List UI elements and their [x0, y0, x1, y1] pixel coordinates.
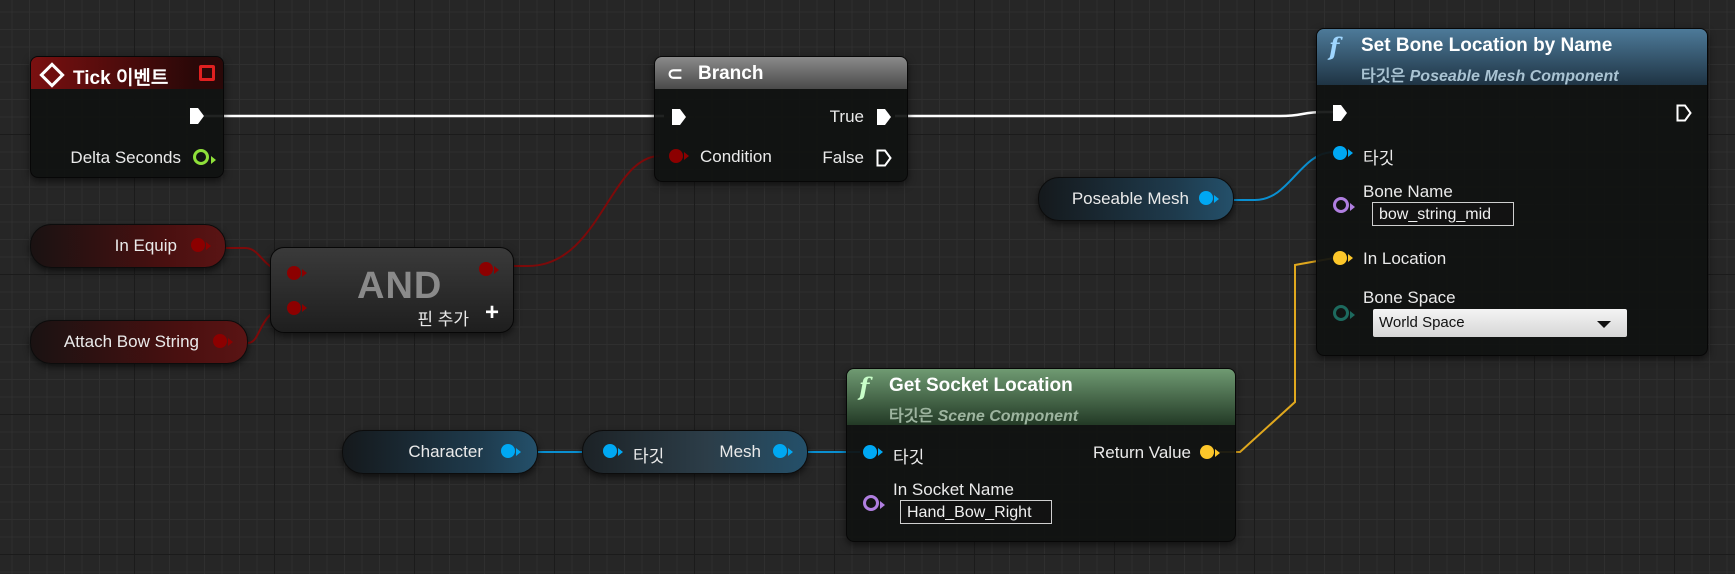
- character-pin[interactable]: [501, 444, 515, 458]
- event-diamond-icon: [39, 62, 65, 88]
- return-value-arrow: [1215, 449, 1220, 457]
- bone-space-pin[interactable]: [1333, 305, 1349, 321]
- get-socket-target-label: 타깃: [893, 448, 925, 467]
- set-bone-target-arrow: [1348, 149, 1353, 157]
- mesh-getter-output-arrow: [788, 448, 793, 456]
- poseable-mesh-variable-node[interactable]: Poseable Mesh: [1038, 177, 1234, 221]
- tick-event-header: Tick 이벤트: [31, 57, 223, 89]
- and-node[interactable]: AND 핀 추가 +: [270, 247, 514, 333]
- plus-icon[interactable]: +: [485, 299, 499, 327]
- branch-header: ⊂ Branch: [655, 57, 907, 89]
- set-bone-subtitle-prefix: 타깃은: [1361, 68, 1406, 85]
- poseable-mesh-arrow: [1214, 195, 1219, 203]
- in-equip-label: In Equip: [114, 236, 177, 255]
- and-title: AND: [357, 265, 443, 307]
- bone-space-label: Bone Space: [1363, 288, 1456, 307]
- mesh-getter-node[interactable]: 타깃 Mesh: [582, 430, 808, 474]
- delegate-pin-icon[interactable]: [199, 65, 215, 81]
- socket-name-label: In Socket Name: [893, 480, 1014, 499]
- get-socket-subtitle-class: Scene Component: [937, 408, 1079, 425]
- branch-icon: ⊂: [667, 64, 683, 85]
- get-socket-location-node[interactable]: f Get Socket Location 타깃은 Scene Componen…: [846, 368, 1236, 542]
- condition-arrow: [684, 152, 689, 160]
- mesh-getter-target-label: 타깃: [633, 447, 665, 466]
- condition-label: Condition: [700, 147, 772, 166]
- in-equip-pin[interactable]: [191, 238, 205, 252]
- true-label: True: [829, 107, 864, 126]
- set-bone-target-label: 타깃: [1363, 149, 1395, 168]
- attach-bow-string-label: Attach Bow String: [63, 332, 199, 351]
- branch-node[interactable]: ⊂ Branch Condition True False: [654, 56, 908, 182]
- exec-wire-branch-setbone: [895, 110, 1334, 118]
- chevron-down-icon: [1597, 321, 1611, 328]
- get-socket-target-arrow: [878, 448, 883, 456]
- and-input-a-arrow: [302, 269, 307, 277]
- mesh-getter-output-label: Mesh: [719, 442, 761, 461]
- bone-space-value: World Space: [1379, 314, 1465, 331]
- set-bone-target-pin[interactable]: [1333, 146, 1347, 160]
- and-output-pin[interactable]: [479, 262, 493, 276]
- get-socket-target-pin[interactable]: [863, 445, 877, 459]
- bone-name-field[interactable]: bow_string_mid: [1372, 202, 1514, 226]
- set-bone-subtitle-class: Poseable Mesh Component: [1409, 68, 1619, 85]
- get-socket-subtitle-prefix: 타깃은: [889, 408, 934, 425]
- set-bone-subtitle: 타깃은 Poseable Mesh Component: [1361, 62, 1619, 86]
- socket-name-field[interactable]: Hand_Bow_Right: [900, 500, 1052, 524]
- get-socket-subtitle: 타깃은 Scene Component: [889, 402, 1078, 426]
- set-bone-location-node[interactable]: f Set Bone Location by Name 타깃은 Poseable…: [1316, 28, 1708, 356]
- character-variable-node[interactable]: Character: [342, 430, 538, 474]
- attach-bow-string-variable-node[interactable]: Attach Bow String: [30, 320, 248, 364]
- mesh-getter-target-pin[interactable]: [603, 444, 617, 458]
- socket-name-arrow: [880, 501, 885, 509]
- bone-space-arrow: [1350, 311, 1355, 319]
- and-input-b-pin[interactable]: [287, 301, 301, 315]
- mesh-getter-target-arrow: [618, 448, 623, 456]
- delta-seconds-label: Delta Seconds: [70, 148, 181, 167]
- poseable-mesh-label: Poseable Mesh: [1071, 189, 1189, 208]
- in-location-arrow: [1348, 254, 1353, 262]
- in-location-label: In Location: [1363, 249, 1447, 268]
- false-label: False: [822, 148, 864, 167]
- socket-name-pin[interactable]: [863, 495, 879, 511]
- bone-name-arrow: [1350, 203, 1355, 211]
- false-exec-out-pin[interactable]: [876, 149, 892, 167]
- character-arrow: [516, 448, 521, 456]
- poseable-mesh-pin[interactable]: [1199, 191, 1213, 205]
- set-bone-exec-in-pin[interactable]: [1332, 104, 1348, 122]
- condition-pin[interactable]: [669, 149, 683, 163]
- return-value-label: Return Value: [1093, 443, 1191, 462]
- set-bone-header: f Set Bone Location by Name 타깃은 Poseable…: [1317, 29, 1707, 85]
- and-input-b-arrow: [302, 304, 307, 312]
- function-icon: f: [1329, 32, 1340, 61]
- tick-event-title: Tick 이벤트: [73, 68, 169, 89]
- and-input-a-pin[interactable]: [287, 266, 301, 280]
- function-icon: f: [859, 372, 870, 401]
- tick-exec-out-pin[interactable]: [189, 107, 205, 125]
- tick-event-node[interactable]: Tick 이벤트 Delta Seconds: [30, 56, 224, 178]
- get-socket-header: f Get Socket Location 타깃은 Scene Componen…: [847, 369, 1235, 425]
- and-output-arrow: [494, 266, 499, 274]
- add-pin-label[interactable]: 핀 추가: [417, 305, 469, 330]
- bone-name-pin[interactable]: [1333, 197, 1349, 213]
- true-exec-out-pin[interactable]: [876, 108, 892, 126]
- bone-name-label: Bone Name: [1363, 182, 1453, 201]
- return-value-pin[interactable]: [1200, 445, 1214, 459]
- branch-exec-in-pin[interactable]: [671, 108, 687, 126]
- attach-bow-string-arrow: [228, 338, 233, 346]
- delta-seconds-arrow: [211, 156, 216, 164]
- in-equip-arrow: [206, 242, 211, 250]
- in-location-pin[interactable]: [1333, 251, 1347, 265]
- mesh-getter-output-pin[interactable]: [773, 444, 787, 458]
- bone-space-dropdown[interactable]: World Space: [1373, 309, 1627, 337]
- character-label: Character: [408, 442, 483, 461]
- in-equip-variable-node[interactable]: In Equip: [30, 224, 226, 268]
- set-bone-title: Set Bone Location by Name: [1361, 35, 1613, 56]
- get-socket-title: Get Socket Location: [889, 375, 1073, 396]
- set-bone-exec-out-pin[interactable]: [1676, 104, 1692, 122]
- branch-title: Branch: [698, 63, 764, 84]
- bool-wire-and-condition: [489, 155, 661, 267]
- attach-bow-string-pin[interactable]: [213, 334, 227, 348]
- delta-seconds-pin[interactable]: [193, 149, 209, 165]
